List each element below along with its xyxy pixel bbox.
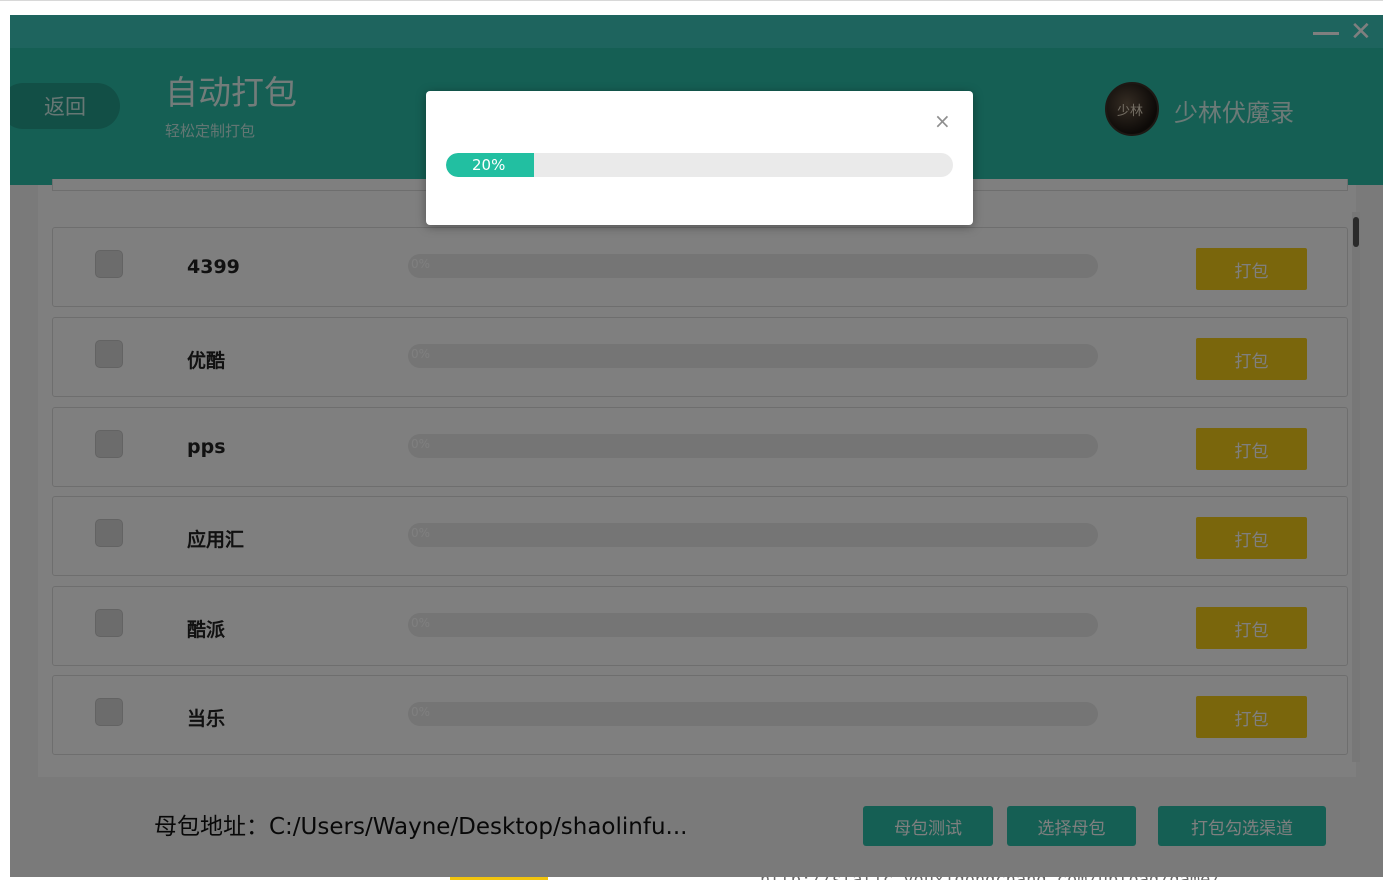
progress-dialog: × 20%	[426, 91, 973, 225]
dialog-progress-track: 20%	[446, 153, 953, 177]
dialog-close-icon[interactable]: ×	[934, 109, 951, 133]
dialog-progress-label: 20%	[472, 156, 506, 174]
